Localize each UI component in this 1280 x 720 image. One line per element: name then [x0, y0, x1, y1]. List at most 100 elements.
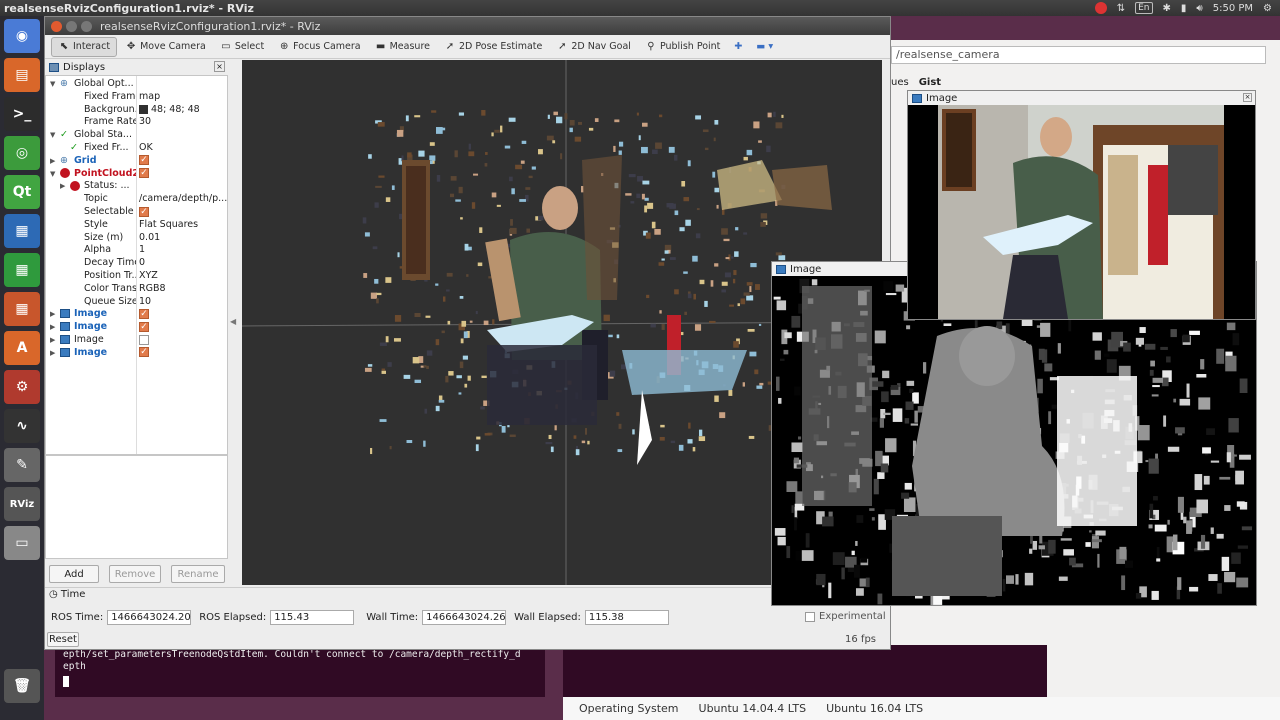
tree-value[interactable]: Flat Squares: [139, 219, 229, 232]
tree-value[interactable]: 48; 48; 48: [139, 104, 229, 117]
add-button[interactable]: Add: [49, 565, 99, 583]
expand-arrow-icon[interactable]: ▶: [60, 180, 65, 193]
tree-value[interactable]: [139, 334, 229, 347]
tree-row[interactable]: ▶ Image: [46, 334, 227, 347]
trash-icon[interactable]: 🗑: [4, 669, 40, 703]
close-panel-icon[interactable]: ×: [214, 61, 225, 72]
terminal-window-2[interactable]: [563, 645, 1047, 697]
remove-tool-menu-icon[interactable]: ▬ ▾: [750, 37, 779, 57]
wall-elapsed-field[interactable]: 115.38: [584, 610, 669, 625]
terminal-icon[interactable]: >_: [4, 97, 40, 131]
tree-row[interactable]: Style Flat Squares: [46, 219, 227, 232]
volume-icon[interactable]: 🔊︎: [1196, 3, 1202, 14]
reset-button[interactable]: Reset: [47, 632, 79, 647]
tree-value[interactable]: RGB8: [139, 283, 229, 296]
tree-row[interactable]: ▶ Status: ...: [46, 180, 227, 193]
enable-checkbox[interactable]: ✓: [139, 155, 149, 166]
tool-interact[interactable]: ⬉ Interact: [51, 36, 118, 57]
issues-tab[interactable]: ues: [891, 77, 909, 88]
expand-arrow-icon[interactable]: ▶: [50, 347, 55, 360]
expand-arrow-icon[interactable]: ▶: [50, 334, 55, 347]
expand-arrow-icon[interactable]: ▶: [50, 155, 55, 168]
minimize-window-icon[interactable]: [66, 20, 77, 32]
close-image-icon[interactable]: ×: [1243, 93, 1252, 102]
enable-checkbox[interactable]: ✓: [139, 321, 149, 332]
wall-time-field[interactable]: 1466643024.26: [422, 610, 507, 625]
enable-checkbox[interactable]: ✓: [139, 308, 149, 319]
experimental-checkbox[interactable]: [805, 611, 815, 622]
tree-row[interactable]: Alpha 1: [46, 244, 227, 257]
tree-row[interactable]: Fixed Frame map: [46, 91, 227, 104]
tree-value[interactable]: 0: [139, 257, 229, 270]
rename-button[interactable]: Rename: [171, 565, 225, 583]
clock[interactable]: 5:50 PM: [1213, 3, 1253, 14]
rviz-icon[interactable]: RViz: [4, 487, 40, 521]
tree-value[interactable]: 0.01: [139, 232, 229, 245]
writer-icon[interactable]: ▦: [4, 214, 40, 248]
tool-measure[interactable]: ▬ Measure: [369, 37, 436, 57]
tree-value[interactable]: ✓: [139, 155, 229, 168]
tree-row[interactable]: ▶ Image ✓: [46, 308, 227, 321]
enable-checkbox[interactable]: ✓: [139, 347, 149, 358]
tool-select[interactable]: ▭ Select: [214, 37, 270, 57]
displays-tree[interactable]: ▼⊕Global Opt...Fixed FramemapBackgroun..…: [45, 75, 228, 455]
collapse-arrow-icon[interactable]: ▼: [50, 129, 55, 142]
remove-button[interactable]: Remove: [109, 565, 161, 583]
tree-row[interactable]: Frame Rate 30: [46, 116, 227, 129]
software-center-icon[interactable]: A: [4, 331, 40, 365]
expand-arrow-icon[interactable]: ▶: [50, 321, 55, 334]
tree-value[interactable]: ✓: [139, 206, 229, 219]
tool-publish-point[interactable]: ⚲ Publish Point: [639, 37, 726, 57]
tree-value[interactable]: ✓: [139, 321, 229, 334]
tree-row[interactable]: ▶ Image ✓: [46, 347, 227, 360]
tree-value[interactable]: XYZ: [139, 270, 229, 283]
tree-value[interactable]: 10: [139, 296, 229, 309]
tree-row[interactable]: Backgroun... 48; 48; 48: [46, 104, 227, 117]
qt-creator-icon[interactable]: Qt: [4, 175, 40, 209]
chrome-icon[interactable]: ◎: [4, 136, 40, 170]
tree-row[interactable]: Topic/camera/depth/p...: [46, 193, 227, 206]
tree-value[interactable]: 30: [139, 116, 229, 129]
calc-icon[interactable]: ▦: [4, 253, 40, 287]
files-icon[interactable]: ▤: [4, 58, 40, 92]
expand-arrow-icon[interactable]: ▶: [50, 308, 55, 321]
gist-tab[interactable]: Gist: [919, 77, 941, 88]
settings-gear-icon[interactable]: ⚙: [1263, 3, 1272, 14]
ros-elapsed-field[interactable]: 115.43: [270, 610, 355, 625]
maximize-window-icon[interactable]: [81, 20, 92, 32]
tree-row[interactable]: ▶ Image ✓: [46, 321, 227, 334]
notification-icon[interactable]: [1094, 2, 1107, 14]
tree-row[interactable]: Color Trans...RGB8: [46, 283, 227, 296]
tree-row[interactable]: Position Tr... XYZ: [46, 270, 227, 283]
text-editor-icon[interactable]: ✎: [4, 448, 40, 482]
tree-value[interactable]: ✓: [139, 347, 229, 360]
tool-move-camera[interactable]: ✥ Move Camera: [119, 37, 212, 57]
tree-row[interactable]: ▼ ⊕ Global Opt...: [46, 78, 227, 91]
tree-value[interactable]: map: [139, 91, 229, 104]
ubuntu-dash-icon[interactable]: ◉: [4, 19, 40, 53]
tree-row[interactable]: Size (m) 0.01: [46, 232, 227, 245]
enable-checkbox[interactable]: [139, 334, 149, 345]
panel-splitter[interactable]: ◀: [230, 317, 236, 326]
tree-value[interactable]: /camera/depth/p...: [139, 193, 229, 206]
tree-row[interactable]: Decay Time 0: [46, 257, 227, 270]
tree-value[interactable]: OK: [139, 142, 229, 155]
system-monitor-icon[interactable]: ∿: [4, 409, 40, 443]
collapse-arrow-icon[interactable]: ▼: [50, 78, 55, 91]
tree-value[interactable]: ✓: [139, 168, 229, 181]
battery-icon[interactable]: ▮: [1181, 3, 1187, 14]
tree-row[interactable]: ✓ Fixed Fr... OK: [46, 142, 227, 155]
enable-checkbox[interactable]: ✓: [139, 168, 149, 179]
tool-2d-pose-estimate[interactable]: ➚ 2D Pose Estimate: [438, 37, 548, 57]
tree-row[interactable]: Queue Size 10: [46, 296, 227, 309]
bluetooth-icon[interactable]: ✱: [1163, 3, 1171, 14]
tree-value[interactable]: ✓: [139, 308, 229, 321]
tree-row[interactable]: ▶ ⊕ Grid ✓: [46, 155, 227, 168]
tree-row[interactable]: ▼ ✓ Global Sta...: [46, 129, 227, 142]
terminal-window[interactable]: epth/set_parametersTreenodeQstdItem. Cou…: [55, 645, 545, 697]
settings-icon[interactable]: ⚙: [4, 370, 40, 404]
experimental-option[interactable]: Experimental: [805, 611, 886, 622]
add-tool-icon[interactable]: ✚: [728, 37, 748, 57]
tool-focus-camera[interactable]: ⊕ Focus Camera: [272, 37, 366, 57]
ros-time-field[interactable]: 1466643024.20: [107, 610, 192, 625]
